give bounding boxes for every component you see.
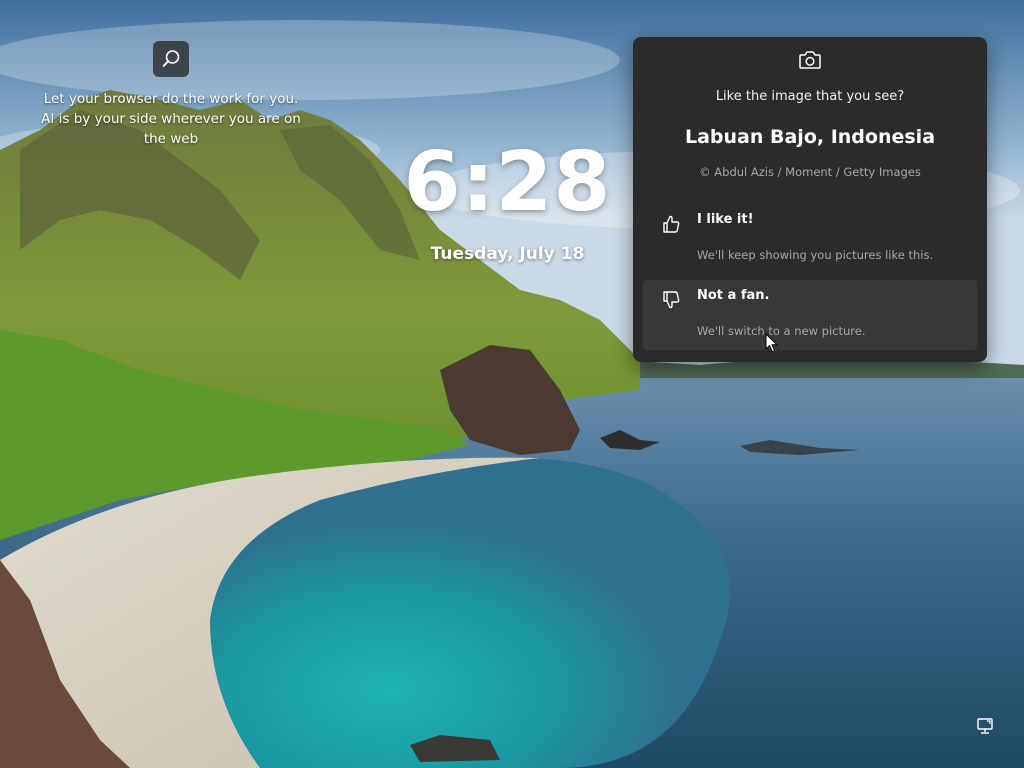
clock-date: Tuesday, July 18 — [430, 244, 585, 264]
image-credit: © Abdul Azis / Moment / Getty Images — [699, 165, 921, 179]
search-icon — [162, 50, 180, 67]
clock-time: 6:28 — [403, 135, 612, 230]
option-description: We'll switch to a new picture. — [697, 324, 866, 338]
like-it-option[interactable]: I like it! We'll keep showing you pictur… — [643, 204, 977, 274]
search-button[interactable] — [153, 41, 189, 77]
lock-screen: Let your browser do the work for you. AI… — [0, 0, 1024, 768]
promo-line: Let your browser do the work for you. — [43, 91, 299, 107]
promo-line: AI is by your side wherever you are on — [41, 111, 301, 127]
mouse-cursor-icon — [765, 333, 779, 353]
camera-icon — [799, 51, 821, 69]
browser-promo-text[interactable]: Let your browser do the work for you. AI… — [30, 89, 312, 149]
thumbs-down-icon — [663, 291, 680, 309]
option-title: Not a fan. — [697, 288, 770, 303]
option-description: We'll keep showing you pictures like thi… — [697, 248, 934, 262]
promo-line: the web — [143, 131, 199, 147]
image-feedback-flyout: Like the image that you see? Labuan Bajo… — [633, 37, 987, 362]
thumbs-up-icon — [663, 215, 680, 233]
not-a-fan-option[interactable]: Not a fan. We'll switch to a new picture… — [643, 280, 977, 350]
feedback-question: Like the image that you see? — [715, 89, 905, 104]
network-icon[interactable] — [975, 716, 995, 736]
option-title: I like it! — [697, 212, 754, 227]
image-location: Labuan Bajo, Indonesia — [684, 126, 936, 148]
